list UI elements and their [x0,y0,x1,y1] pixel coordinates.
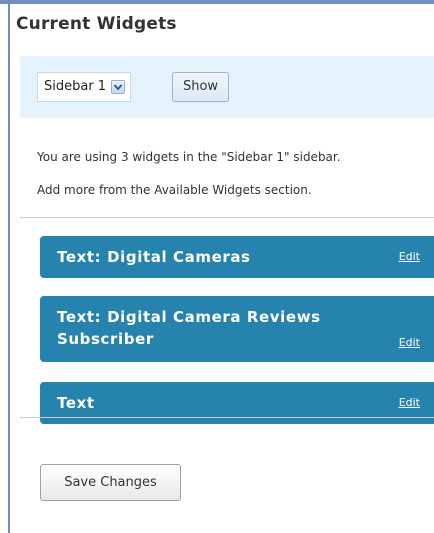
panel-title: Current Widgets [16,14,177,34]
sidebar-select[interactable]: Sidebar 1 [37,72,131,102]
chevron-down-icon[interactable] [111,80,125,94]
show-button[interactable]: Show [172,72,229,102]
widget-title: Text: Digital Camera Reviews Subscriber [57,306,321,350]
widget-edit-link[interactable]: Edit [399,336,420,349]
widget-item[interactable]: Text: Digital Camera Reviews Subscriber … [40,296,434,362]
divider [20,217,434,218]
sidebar-select-value: Sidebar 1 [44,79,107,94]
widget-edit-link[interactable]: Edit [399,396,420,409]
widget-edit-link[interactable]: Edit [399,250,420,263]
save-changes-button[interactable]: Save Changes [40,464,181,501]
widget-item[interactable]: Text: Digital Cameras Edit [40,236,434,278]
widget-title-line: Text: Digital Camera Reviews [57,308,321,326]
available-widgets-hint: Add more from the Available Widgets sect… [37,183,312,197]
divider [20,417,434,418]
widget-title: Text: Digital Cameras [57,248,251,266]
widget-count-text: You are using 3 widgets in the "Sidebar … [37,150,341,164]
widget-title-line: Subscriber [57,330,154,348]
widget-title: Text [57,394,95,412]
